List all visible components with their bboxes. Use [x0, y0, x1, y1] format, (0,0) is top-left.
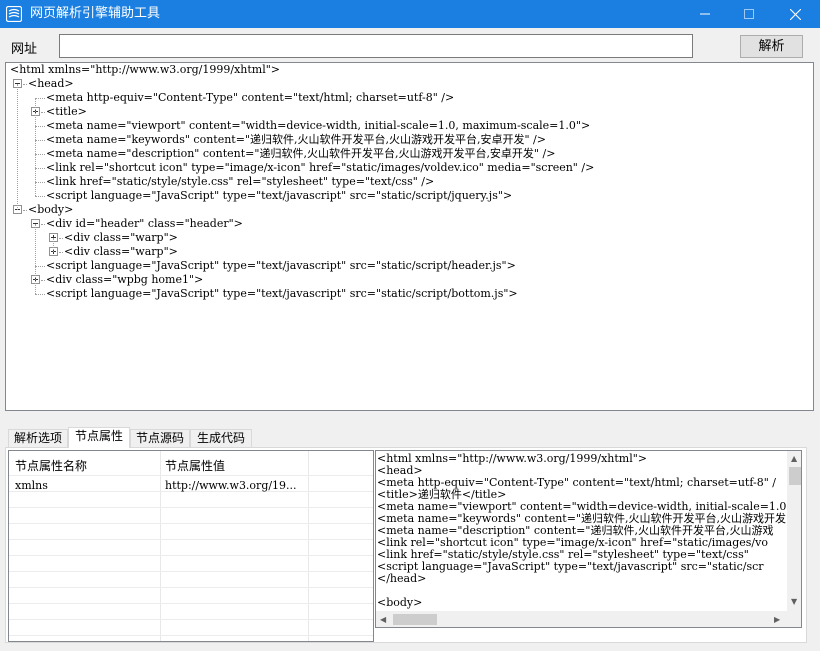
source-line: <html xmlns="http://www.w3.org/1999/xhtm… [377, 452, 648, 465]
url-input[interactable] [59, 34, 693, 58]
tree-connector [23, 210, 27, 211]
tab-parse-options[interactable]: 解析选项 [8, 429, 68, 447]
source-line: <meta http-equiv="Content-Type" content=… [377, 476, 777, 489]
tree-connector [41, 112, 45, 113]
tree-connector [53, 238, 54, 252]
tree-node-label: <html xmlns="http://www.w3.org/1999/xhtm… [10, 63, 281, 76]
tree-node-label: <script language="JavaScript" type="text… [46, 259, 516, 272]
tree-connector [41, 224, 45, 225]
row-divider [9, 619, 373, 620]
row-divider [9, 539, 373, 540]
source-line: <body> [377, 596, 423, 609]
source-line: <meta name="keywords" content="递归软件,火山软件… [377, 512, 786, 525]
tree-connector [41, 280, 45, 281]
tree-connector [35, 140, 45, 141]
tree-connector [35, 154, 45, 155]
tree-node-label: <meta name="description" content="递归软件,火… [46, 147, 556, 160]
tree-connector [59, 252, 63, 253]
vertical-scroll-thumb[interactable] [789, 467, 801, 485]
tree-node-label: <meta name="viewport" content="width=dev… [46, 119, 591, 132]
title-bar[interactable]: 网页解析引擎辅助工具 [0, 0, 820, 28]
horizontal-scroll-thumb[interactable] [393, 614, 437, 625]
parse-button[interactable]: 解析 [740, 35, 803, 58]
tree-node-label: <div id="header" class="header"> [46, 217, 243, 230]
maximize-icon [744, 9, 754, 19]
maximize-button[interactable] [726, 0, 772, 28]
tree-connector [35, 168, 45, 169]
tree-node-label: <div class="warp"> [64, 245, 178, 258]
tree-node-label: <div class="wpbg home1"> [46, 273, 204, 286]
column-divider [308, 451, 309, 641]
scroll-corner [787, 611, 801, 627]
tree-connector [35, 98, 45, 99]
attribute-grid[interactable]: 节点属性名称 节点属性值 xmlns http://www.w3.org/19.… [8, 450, 374, 642]
tree-node-label: <script language="JavaScript" type="text… [46, 189, 513, 202]
url-label: 网址 [11, 42, 38, 57]
tree-node-label: <meta http-equiv="Content-Type" content=… [46, 91, 455, 104]
row-divider [9, 555, 373, 556]
window-title: 网页解析引擎辅助工具 [30, 6, 161, 21]
source-line: <link href="static/style/style.css" rel=… [377, 548, 749, 561]
row-divider [9, 523, 373, 524]
horizontal-scrollbar[interactable]: ◀ ▶ [376, 611, 787, 627]
app-icon [5, 5, 23, 23]
tree-connector [17, 84, 18, 210]
source-line: <script language="JavaScript" type="text… [377, 560, 764, 573]
row-divider [9, 507, 373, 508]
attribute-value-cell[interactable]: http://www.w3.org/19... [165, 479, 297, 492]
source-code-view[interactable]: <body> </head> <script language="JavaScrip… [375, 450, 802, 628]
tree-node-label: <link rel="shortcut icon" type="image/x-… [46, 161, 595, 174]
tree-connector [35, 196, 45, 197]
tree-node-label: <body> [28, 203, 74, 216]
source-line: <head> [377, 464, 423, 477]
minimize-icon [700, 13, 710, 15]
tree-connector [35, 294, 45, 295]
attribute-name-cell[interactable]: xmlns [15, 479, 48, 492]
tree-node-label: <link href="static/style/style.css" rel=… [46, 175, 435, 188]
tree-connector [35, 126, 45, 127]
tab-node-source[interactable]: 节点源码 [130, 429, 190, 447]
scroll-down-icon[interactable]: ▼ [791, 597, 797, 607]
source-line: <meta name="viewport" content="width=dev… [377, 500, 787, 513]
row-divider [9, 571, 373, 572]
source-line: <meta name="description" content="递归软件,火… [377, 524, 774, 537]
column-header-value[interactable]: 节点属性值 [165, 457, 225, 474]
scroll-up-icon[interactable]: ▲ [791, 454, 797, 464]
dom-tree-view[interactable]: <html xmlns="http://www.w3.org/1999/xhtm… [5, 62, 814, 411]
row-divider [9, 475, 373, 476]
close-button[interactable] [772, 0, 818, 28]
tab-node-attributes[interactable]: 节点属性 [68, 427, 130, 448]
vertical-scrollbar[interactable]: ▲ ▼ [787, 451, 801, 611]
minimize-button[interactable] [682, 0, 728, 28]
tree-connector [35, 98, 36, 196]
close-icon [789, 8, 801, 20]
tree-connector [35, 182, 45, 183]
source-line: </head> [377, 572, 427, 585]
tree-connector [35, 224, 36, 294]
tree-node-label: <head> [28, 77, 74, 90]
row-divider [9, 603, 373, 604]
column-header-name[interactable]: 节点属性名称 [15, 457, 87, 474]
tab-generate-code[interactable]: 生成代码 [190, 429, 252, 447]
scroll-right-icon[interactable]: ▶ [774, 615, 780, 625]
scroll-left-icon[interactable]: ◀ [380, 615, 386, 625]
tree-node-label: <script language="JavaScript" type="text… [46, 287, 518, 300]
tree-node-label: <title> [46, 105, 87, 118]
row-divider [9, 587, 373, 588]
source-line: <title>递归软件</title> [377, 488, 507, 501]
tree-connector [35, 266, 45, 267]
source-line: <link rel="shortcut icon" type="image/x-… [377, 536, 768, 549]
tree-connector [59, 238, 63, 239]
tree-node-label: <meta name="keywords" content="递归软件,火山软件… [46, 133, 546, 146]
tree-node-label: <div class="warp"> [64, 231, 178, 244]
row-divider [9, 635, 373, 636]
column-divider [160, 451, 161, 641]
tree-connector [23, 84, 27, 85]
